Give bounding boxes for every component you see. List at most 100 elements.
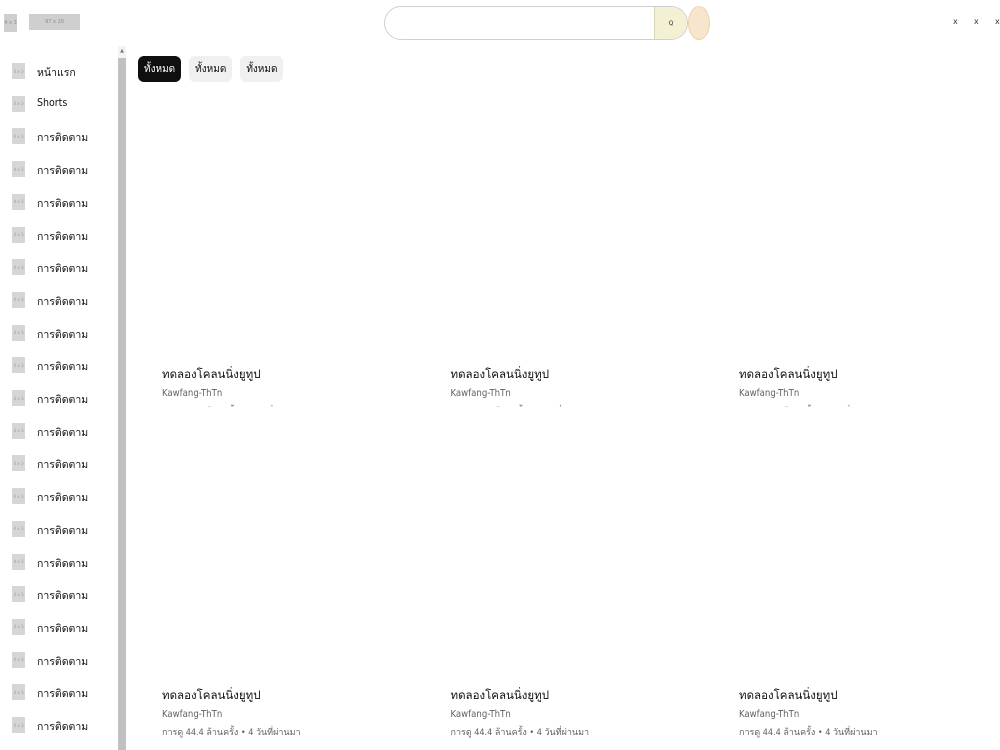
- scroll-up-icon[interactable]: ▲: [118, 47, 126, 55]
- sidebar-item[interactable]: 4 x 3 การติดตาม: [0, 578, 116, 610]
- sidebar-item[interactable]: 4 x 3 การติดตาม: [0, 251, 116, 283]
- sidebar-item-label: การติดตาม: [37, 263, 89, 276]
- video-card[interactable]: ทดลองโคลนนิ่งยูทูปKawfang-ThTnการดู 44.4…: [450, 86, 711, 417]
- video-thumbnail[interactable]: [450, 86, 711, 360]
- sidebar-item-label: การติดตาม: [37, 590, 89, 603]
- sidebar-item-label: การติดตาม: [37, 328, 89, 341]
- sidebar-item[interactable]: 4 x 3 การติดตาม: [0, 120, 116, 152]
- sidebar-item[interactable]: 4 x 3 การติดตาม: [0, 447, 116, 479]
- sidebar-item-icon: 4 x 3: [12, 128, 25, 145]
- sidebar-item[interactable]: 4 x 3 การติดตาม: [0, 611, 116, 643]
- sidebar-item-icon: 4 x 3: [12, 161, 25, 178]
- notifications-icon[interactable]: x: [974, 17, 979, 26]
- sidebar-item-icon: 4 x 3: [12, 586, 25, 603]
- video-card[interactable]: ทดลองโคลนนิ่งยูทูปKawfang-ThTnการดู 44.4…: [739, 86, 999, 417]
- sidebar-item-label: การติดตาม: [37, 622, 89, 635]
- sidebar-item[interactable]: 4 x 3 การติดตาม: [0, 709, 116, 741]
- account-icon[interactable]: x: [995, 17, 1000, 26]
- sidebar-item[interactable]: 4 x 3 หน้าแรก: [0, 55, 116, 87]
- sidebar-item[interactable]: 4 x 3 การติดตาม: [0, 676, 116, 708]
- channel-name[interactable]: Kawfang-ThTn: [162, 709, 222, 720]
- sidebar-item[interactable]: 4 x 3 การติดตาม: [0, 349, 116, 381]
- filter-chip[interactable]: ทั้งหมด: [189, 56, 233, 82]
- filter-chips: ทั้งหมด ทั้งหมด ทั้งหมด: [138, 56, 284, 82]
- video-title[interactable]: ทดลองโคลนนิ่งยูทูป: [739, 366, 838, 384]
- sidebar-item-icon: 4 x 3: [12, 259, 25, 276]
- channel-name[interactable]: Kawfang-ThTn: [451, 709, 511, 720]
- sidebar-item-label: การติดตาม: [37, 361, 89, 374]
- scrollbar-thumb[interactable]: [118, 58, 126, 750]
- sidebar-item[interactable]: 4 x 3 การติดตาม: [0, 186, 116, 218]
- video-card[interactable]: ทดลองโคลนนิ่งยูทูปKawfang-ThTnการดู 44.4…: [739, 407, 999, 738]
- video-thumbnail[interactable]: [162, 407, 422, 681]
- sidebar-item-label: การติดตาม: [37, 230, 89, 243]
- sidebar-item-icon: 4 x 3: [12, 422, 25, 439]
- sidebar-item-icon: 4 x 3: [12, 291, 25, 308]
- sidebar-item[interactable]: 4 x 3 การติดตาม: [0, 546, 116, 578]
- sidebar-item-label: การติดตาม: [37, 426, 89, 439]
- video-metadata: การดู 44.4 ล้านครั้ง • 4 วันที่ผ่านมา: [450, 728, 590, 738]
- sidebar-item-icon: 4 x 3: [12, 63, 25, 79]
- video-thumbnail[interactable]: [739, 407, 999, 681]
- sidebar-item-label: การติดตาม: [37, 721, 89, 733]
- search-input[interactable]: [385, 7, 655, 39]
- video-thumbnail[interactable]: [739, 86, 999, 360]
- search-button[interactable]: Q: [654, 7, 687, 39]
- sidebar-item-label: หน้าแรก: [37, 67, 76, 79]
- filter-chip[interactable]: ทั้งหมด: [240, 56, 284, 82]
- sidebar-item[interactable]: 4 x 3 การติดตาม: [0, 644, 116, 676]
- menu-icon[interactable]: 4 x 3: [4, 14, 17, 32]
- sidebar-item[interactable]: 4 x 3 Shorts: [0, 88, 116, 120]
- video-title[interactable]: ทดลองโคลนนิ่งยูทูป: [162, 366, 261, 384]
- sidebar-item-label: การติดตาม: [37, 492, 89, 505]
- sidebar-item[interactable]: 4 x 3 การติดตาม: [0, 317, 116, 349]
- sidebar-item[interactable]: 4 x 3 การติดตาม: [0, 382, 116, 414]
- sidebar-item-icon: 4 x 3: [12, 618, 25, 635]
- video-card[interactable]: ทดลองโคลนนิ่งยูทูปKawfang-ThTnการดู 44.4…: [162, 86, 422, 417]
- video-title[interactable]: ทดลองโคลนนิ่งยูทูป: [451, 366, 550, 384]
- search-bar: Q: [384, 6, 688, 40]
- video-thumbnail[interactable]: [162, 86, 422, 360]
- sidebar-item-icon: 4 x 3: [12, 455, 25, 472]
- voice-search-button[interactable]: [688, 6, 710, 40]
- sidebar-item-icon: 4 x 3: [12, 684, 25, 701]
- logo[interactable]: 97 x 20: [29, 14, 80, 30]
- sidebar-item-icon: 4 x 3: [12, 651, 25, 668]
- sidebar-item[interactable]: 4 x 3 การติดตาม: [0, 480, 116, 512]
- sidebar-item-icon: 4 x 3: [12, 717, 25, 733]
- sidebar-item[interactable]: 4 x 3 การติดตาม: [0, 513, 116, 545]
- video-title[interactable]: ทดลองโคลนนิ่งยูทูป: [451, 687, 550, 705]
- sidebar-item-label: การติดตาม: [37, 524, 89, 537]
- sidebar-item[interactable]: 4 x 3 การติดตาม: [0, 284, 116, 316]
- sidebar-item-label: การติดตาม: [37, 459, 89, 472]
- sidebar: ▲ 4 x 3 หน้าแรก 4 x 3 Shorts 4 x 3 การติดตาม 4…: [0, 46, 126, 750]
- sidebar-item-label: การติดตาม: [37, 557, 89, 570]
- sidebar-item-label: การติดตาม: [37, 197, 89, 210]
- sidebar-item[interactable]: 4 x 3 การติดตาม: [0, 153, 116, 185]
- channel-name[interactable]: Kawfang-ThTn: [739, 388, 799, 399]
- sidebar-item-label: การติดตาม: [37, 165, 89, 178]
- sidebar-item[interactable]: 4 x 3 การติดตาม: [0, 415, 116, 447]
- video-card[interactable]: ทดลองโคลนนิ่งยูทูปKawfang-ThTnการดู 44.4…: [162, 407, 422, 738]
- sidebar-item[interactable]: 4 x 3 การติดตาม: [0, 219, 116, 251]
- sidebar-item-icon: 4 x 3: [12, 520, 25, 537]
- video-grid: ทดลองโคลนนิ่งยูทูป Kawfang-ThTn การดู 44.4…: [162, 86, 1000, 750]
- sidebar-item-icon: 4 x 3: [12, 357, 25, 374]
- sidebar-scrollbar[interactable]: ▲: [118, 46, 126, 750]
- video-card[interactable]: ทดลองโคลนนิ่งยูทูป Kawfang-ThTn การดู 44.4…: [450, 407, 711, 738]
- channel-name[interactable]: Kawfang-ThTn: [162, 388, 222, 399]
- video-title[interactable]: ทดลองโคลนนิ่งยูทูป: [739, 687, 838, 705]
- sidebar-item-label: การติดตาม: [37, 132, 89, 145]
- video-title[interactable]: ทดลองโคลนนิ่งยูทูป: [162, 687, 261, 705]
- sidebar-item-icon: 4 x 3: [12, 324, 25, 341]
- video-thumbnail[interactable]: [450, 407, 711, 681]
- filter-chip[interactable]: ทั้งหมด: [138, 56, 182, 82]
- channel-name[interactable]: Kawfang-ThTn: [739, 709, 799, 720]
- sidebar-item-icon: 4 x 3: [12, 390, 25, 406]
- channel-name[interactable]: Kawfang-ThTn: [451, 388, 511, 399]
- sidebar-item-icon: 4 x 3: [12, 488, 25, 505]
- sidebar-item-label: Shorts: [37, 96, 68, 109]
- create-icon[interactable]: x: [953, 17, 958, 26]
- sidebar-item-icon: 4 x 3: [12, 95, 25, 112]
- sidebar-item-icon: 4 x 3: [12, 193, 25, 210]
